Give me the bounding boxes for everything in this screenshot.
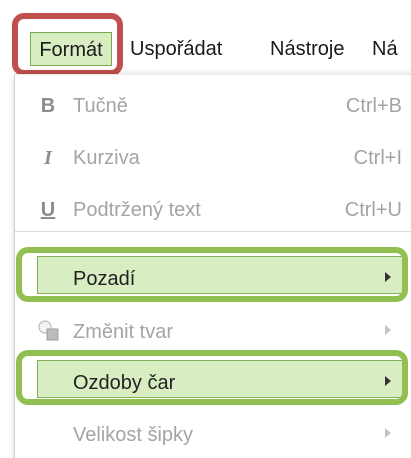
underline-icon: U	[40, 199, 56, 221]
menu-format[interactable]: Formát	[30, 32, 112, 66]
menu-item-label: Ozdoby čar	[73, 372, 176, 394]
menu-separator	[15, 231, 411, 232]
shortcut-label: Ctrl+I	[353, 147, 402, 169]
menu-item-label: Tučně	[73, 95, 128, 117]
menu-item-label: Podtržený text	[73, 199, 201, 221]
format-dropdown-menu: B Tučně Ctrl+B I Kurziva Ctrl+I U Podtrž…	[14, 74, 411, 458]
submenu-arrow-icon	[385, 376, 391, 386]
change-shape-icon	[37, 319, 59, 345]
menu-usporadat[interactable]: Uspořádat	[130, 32, 222, 66]
bold-icon: B	[40, 95, 56, 117]
menu-item-italic[interactable]: I Kurziva Ctrl+I	[15, 133, 411, 185]
submenu-arrow-icon	[385, 325, 391, 335]
shortcut-label: Ctrl+B	[345, 95, 402, 117]
menu-item-ozdoby-car[interactable]: Ozdoby čar	[15, 358, 411, 410]
menu-item-label: Pozadí	[73, 268, 136, 290]
menu-nastroje[interactable]: Nástroje	[270, 32, 344, 66]
screenshot-root: Formát Uspořádat Nástroje Ná B Tučně Ctr…	[0, 0, 411, 458]
submenu-arrow-icon	[385, 272, 391, 282]
menu-na-truncated[interactable]: Ná	[372, 32, 398, 66]
menu-item-pozadi[interactable]: Pozadí	[15, 254, 411, 306]
menu-item-velikost-sipky[interactable]: Velikost šipky	[15, 410, 411, 458]
menu-item-zmenit-tvar[interactable]: Změnit tvar	[15, 307, 411, 359]
menu-item-label: Velikost šipky	[73, 424, 194, 446]
menu-item-bold[interactable]: B Tučně Ctrl+B	[15, 81, 411, 133]
menu-item-label: Kurziva	[73, 147, 140, 169]
shortcut-label: Ctrl+U	[344, 199, 402, 221]
menu-item-underline[interactable]: U Podtržený text Ctrl+U	[15, 185, 411, 237]
italic-icon: I	[44, 147, 52, 169]
menu-item-label: Změnit tvar	[73, 321, 174, 343]
menu-bar: Formát Uspořádat Nástroje Ná	[0, 0, 411, 84]
submenu-arrow-icon	[385, 428, 391, 438]
